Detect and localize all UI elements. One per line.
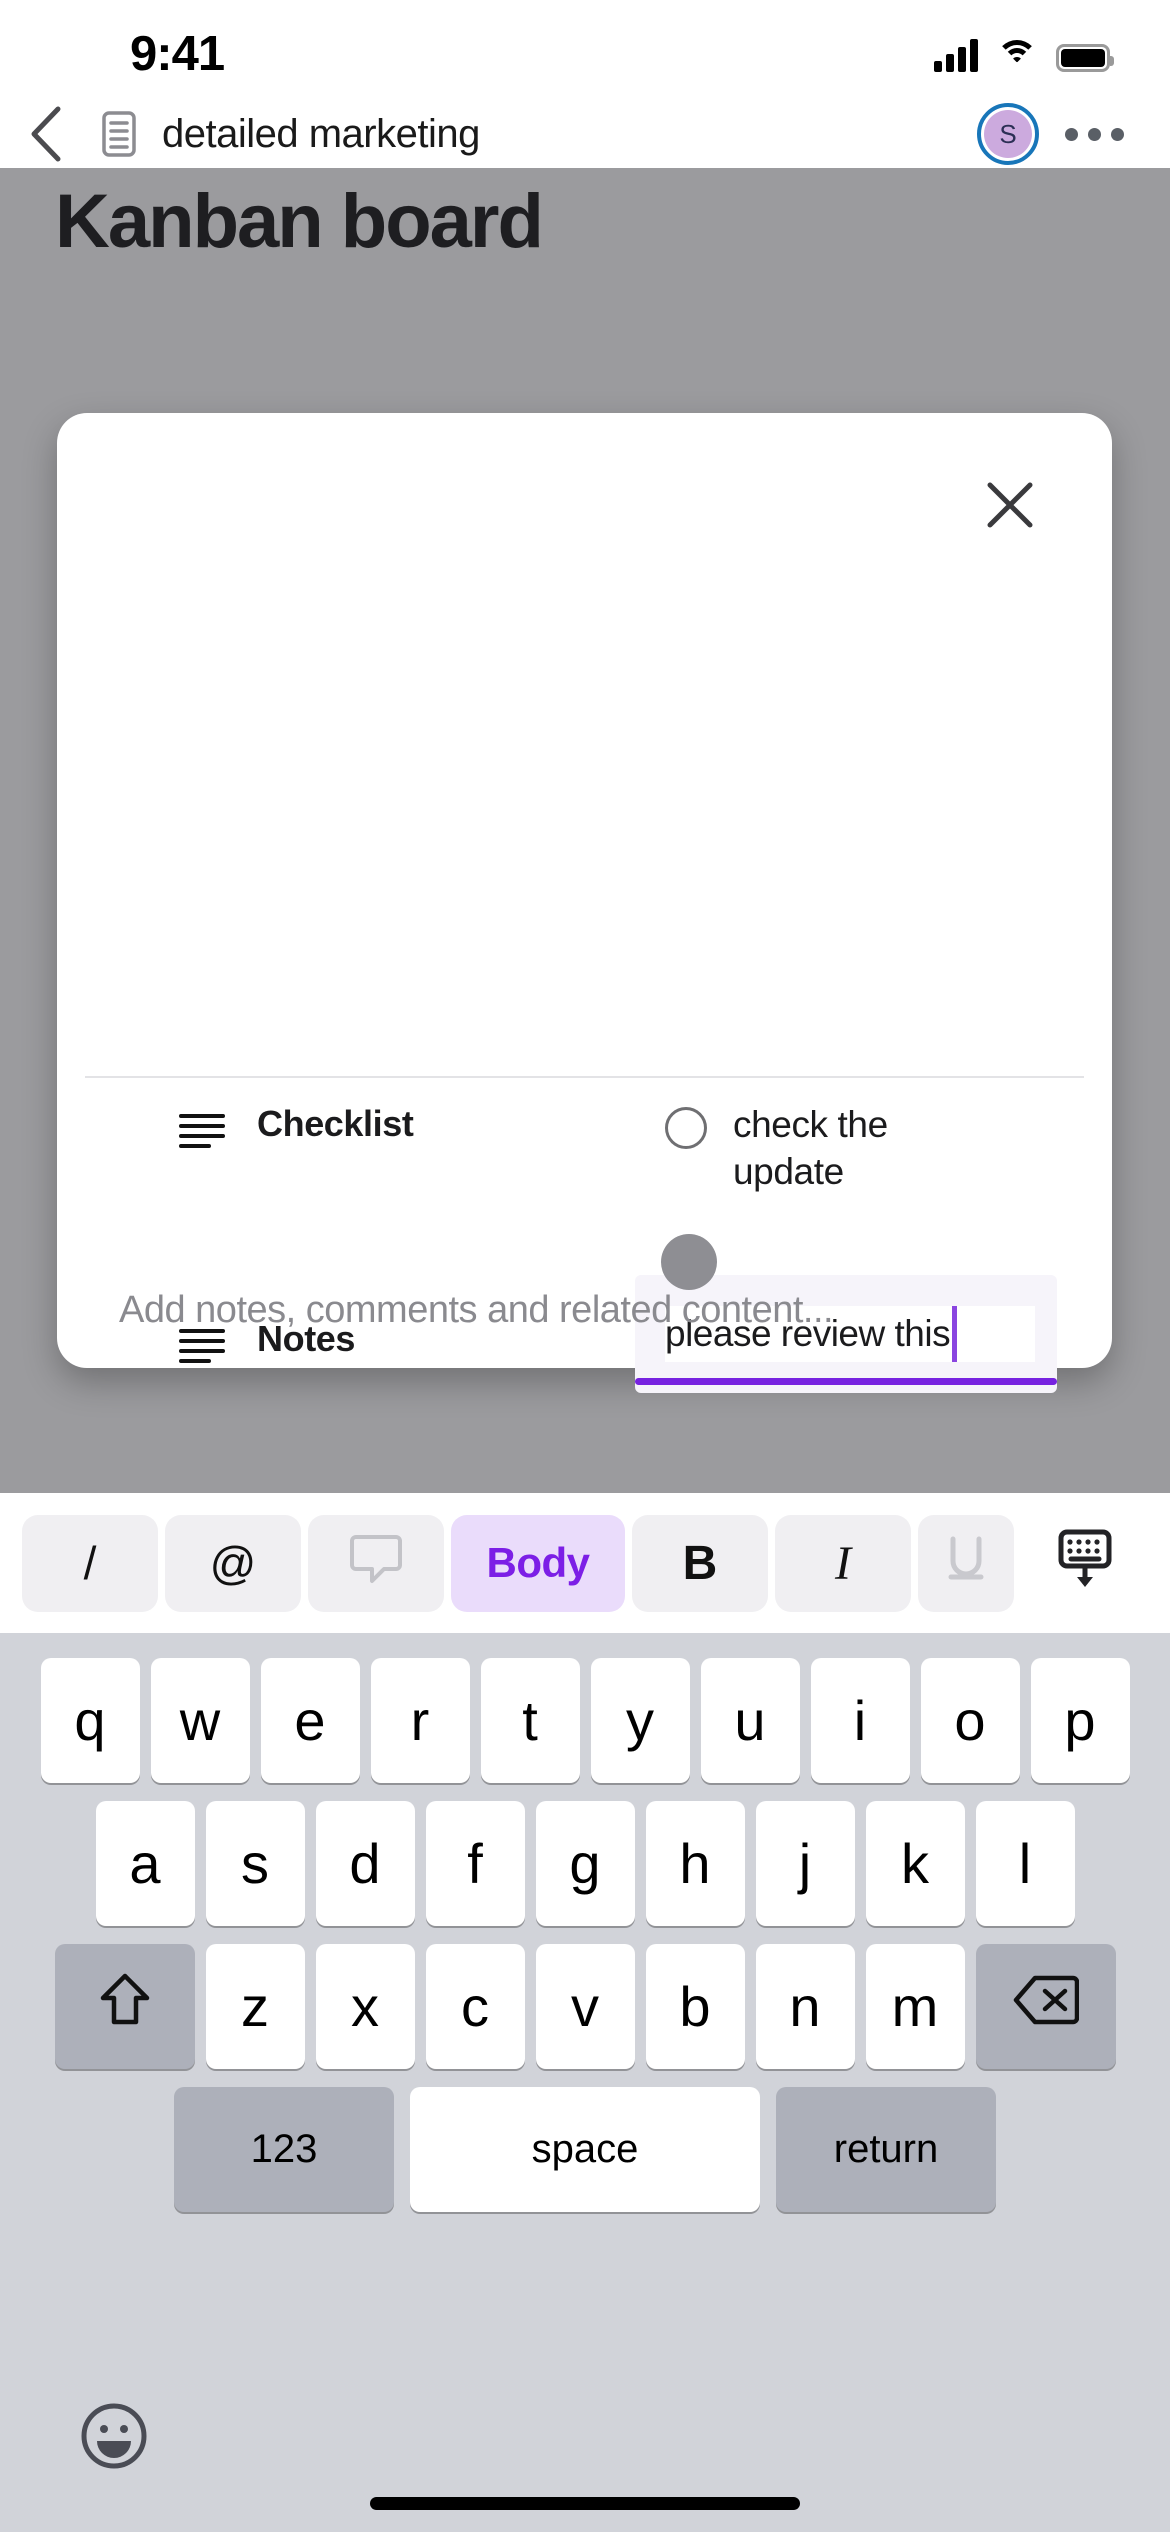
key-x[interactable]: x — [315, 1944, 415, 2069]
format-toolbar: / @ Body B I — [0, 1493, 1170, 1633]
key-n[interactable]: n — [755, 1944, 855, 2069]
board-title: Kanban board — [55, 179, 544, 264]
key-w[interactable]: w — [150, 1658, 250, 1783]
keyboard-row-3: z x c v b n m — [0, 1926, 1170, 2069]
italic-button[interactable]: I — [775, 1514, 911, 1612]
key-v[interactable]: v — [535, 1944, 635, 2069]
drag-handle-icon[interactable] — [661, 1234, 717, 1290]
key-l[interactable]: l — [975, 1801, 1075, 1926]
emoji-smiley-icon[interactable] — [78, 2400, 150, 2477]
shift-up-arrow-icon — [97, 1970, 153, 2043]
at-sign-icon: @ — [209, 1537, 257, 1589]
key-q[interactable]: q — [40, 1658, 140, 1783]
chevron-left-icon — [28, 105, 62, 163]
keyboard-dismiss-button[interactable] — [1025, 1515, 1145, 1612]
key-t[interactable]: t — [480, 1658, 580, 1783]
nav-bar: detailed marketing S — [0, 100, 1170, 168]
note-body-area[interactable]: Add notes, comments and related content.… — [57, 1076, 1112, 1368]
battery-full-icon — [1056, 44, 1114, 72]
key-i[interactable]: i — [810, 1658, 910, 1783]
keyboard-row-2: a s d f g h j k l — [0, 1783, 1170, 1926]
key-d[interactable]: d — [315, 1801, 415, 1926]
virtual-keyboard: q w e r t y u i o p a s d f g h j k l z … — [0, 1633, 1170, 2532]
ellipsis-icon[interactable] — [1065, 127, 1124, 141]
space-key[interactable]: space — [410, 2087, 760, 2212]
keyboard-row-1: q w e r t y u i o p — [0, 1633, 1170, 1783]
key-f[interactable]: f — [425, 1801, 525, 1926]
key-s[interactable]: s — [205, 1801, 305, 1926]
close-button[interactable] — [974, 471, 1046, 543]
key-e[interactable]: e — [260, 1658, 360, 1783]
key-a[interactable]: a — [95, 1801, 195, 1926]
status-icons — [934, 32, 1114, 72]
avatar-ring — [977, 103, 1039, 165]
back-button[interactable] — [0, 100, 90, 168]
key-k[interactable]: k — [865, 1801, 965, 1926]
key-h[interactable]: h — [645, 1801, 745, 1926]
underline-icon — [939, 1531, 993, 1596]
key-y[interactable]: y — [590, 1658, 690, 1783]
backspace-key[interactable] — [975, 1944, 1116, 2069]
text-style-button[interactable]: Body — [451, 1514, 625, 1612]
document-icon — [96, 111, 142, 157]
mention-button[interactable]: @ — [165, 1514, 301, 1612]
nav-actions: S — [977, 103, 1170, 165]
key-u[interactable]: u — [700, 1658, 800, 1783]
phone-screen: 9:41 detailed marketing S Kanban board C… — [0, 0, 1170, 2532]
backspace-delete-icon — [1013, 1974, 1079, 2039]
bold-button[interactable]: B — [632, 1514, 768, 1612]
keyboard-row-4: 123 space return — [0, 2069, 1170, 2212]
comment-bubble-icon — [348, 1531, 404, 1596]
key-g[interactable]: g — [535, 1801, 635, 1926]
text-style-label: Body — [486, 1539, 591, 1586]
slash-icon: / — [83, 1537, 97, 1589]
key-r[interactable]: r — [370, 1658, 470, 1783]
numbers-key[interactable]: 123 — [174, 2087, 394, 2212]
comment-button[interactable] — [308, 1514, 444, 1612]
cellular-signal-icon — [934, 39, 978, 72]
emoji-row — [0, 2390, 1170, 2486]
key-j[interactable]: j — [755, 1801, 855, 1926]
key-z[interactable]: z — [205, 1944, 305, 2069]
close-icon — [984, 479, 1036, 536]
shift-key[interactable] — [54, 1944, 195, 2069]
focus-underline — [635, 1378, 1057, 1385]
key-p[interactable]: p — [1030, 1658, 1130, 1783]
key-b[interactable]: b — [645, 1944, 745, 2069]
key-o[interactable]: o — [920, 1658, 1020, 1783]
italic-icon: I — [835, 1536, 851, 1590]
keyboard-dismiss-icon — [1051, 1524, 1119, 1603]
bold-icon: B — [682, 1536, 718, 1590]
key-c[interactable]: c — [425, 1944, 525, 2069]
note-detail-modal: Checklist check the update Notes please … — [57, 413, 1112, 1393]
status-bar: 9:41 — [0, 0, 1170, 100]
key-m[interactable]: m — [865, 1944, 965, 2069]
status-time: 9:41 — [130, 27, 225, 81]
page-title: detailed marketing — [162, 111, 480, 156]
note-body-placeholder: Add notes, comments and related content.… — [119, 1289, 834, 1331]
return-key[interactable]: return — [776, 2087, 996, 2212]
home-indicator — [370, 2497, 800, 2510]
wifi-icon — [996, 40, 1038, 72]
avatar[interactable]: S — [977, 103, 1039, 165]
slash-command-button[interactable]: / — [22, 1514, 158, 1612]
underline-button[interactable] — [918, 1514, 1014, 1612]
